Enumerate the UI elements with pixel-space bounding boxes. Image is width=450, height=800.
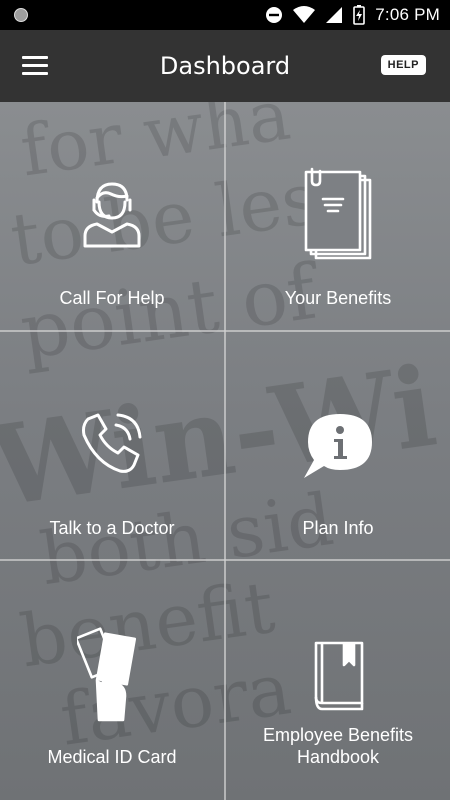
app-bar: Dashboard HELP xyxy=(0,30,450,102)
tile-label: Employee Benefits Handbook xyxy=(262,725,414,767)
tile-plan-info[interactable]: Plan Info xyxy=(226,332,450,560)
tile-call-for-help[interactable]: Call For Help xyxy=(0,102,224,330)
status-time: 7:06 PM xyxy=(375,5,440,24)
status-bar: 7:06 PM xyxy=(0,0,450,30)
info-speech-bubble-icon xyxy=(304,414,372,478)
help-button[interactable]: HELP xyxy=(380,55,426,75)
documents-icon xyxy=(304,167,372,260)
tile-label: Plan Info xyxy=(302,518,374,538)
tile-label: Medical ID Card xyxy=(47,747,177,767)
tile-label: Your Benefits xyxy=(284,288,392,308)
tile-your-benefits[interactable]: Your Benefits xyxy=(226,102,450,330)
wifi-icon xyxy=(293,6,316,23)
tile-talk-to-a-doctor[interactable]: Talk to a Doctor xyxy=(0,332,224,560)
circle-status-icon xyxy=(14,8,28,22)
signal-icon xyxy=(326,7,343,23)
id-card-hand-icon xyxy=(77,627,137,722)
status-icons: 7:06 PM xyxy=(265,5,440,25)
dashboard-grid: Call For Help Your Benefits Talk to a Do… xyxy=(0,102,450,800)
do-not-disturb-icon xyxy=(266,7,283,23)
support-agent-icon xyxy=(83,182,141,248)
book-icon xyxy=(314,641,364,711)
tile-label: Call For Help xyxy=(59,288,165,308)
tile-medical-id-card[interactable]: Medical ID Card xyxy=(0,561,224,789)
phone-call-icon xyxy=(82,413,142,473)
battery-charging-icon xyxy=(353,5,366,25)
tile-label: Talk to a Doctor xyxy=(49,518,175,538)
tile-employee-benefits-handbook[interactable]: Employee Benefits Handbook xyxy=(226,561,450,789)
